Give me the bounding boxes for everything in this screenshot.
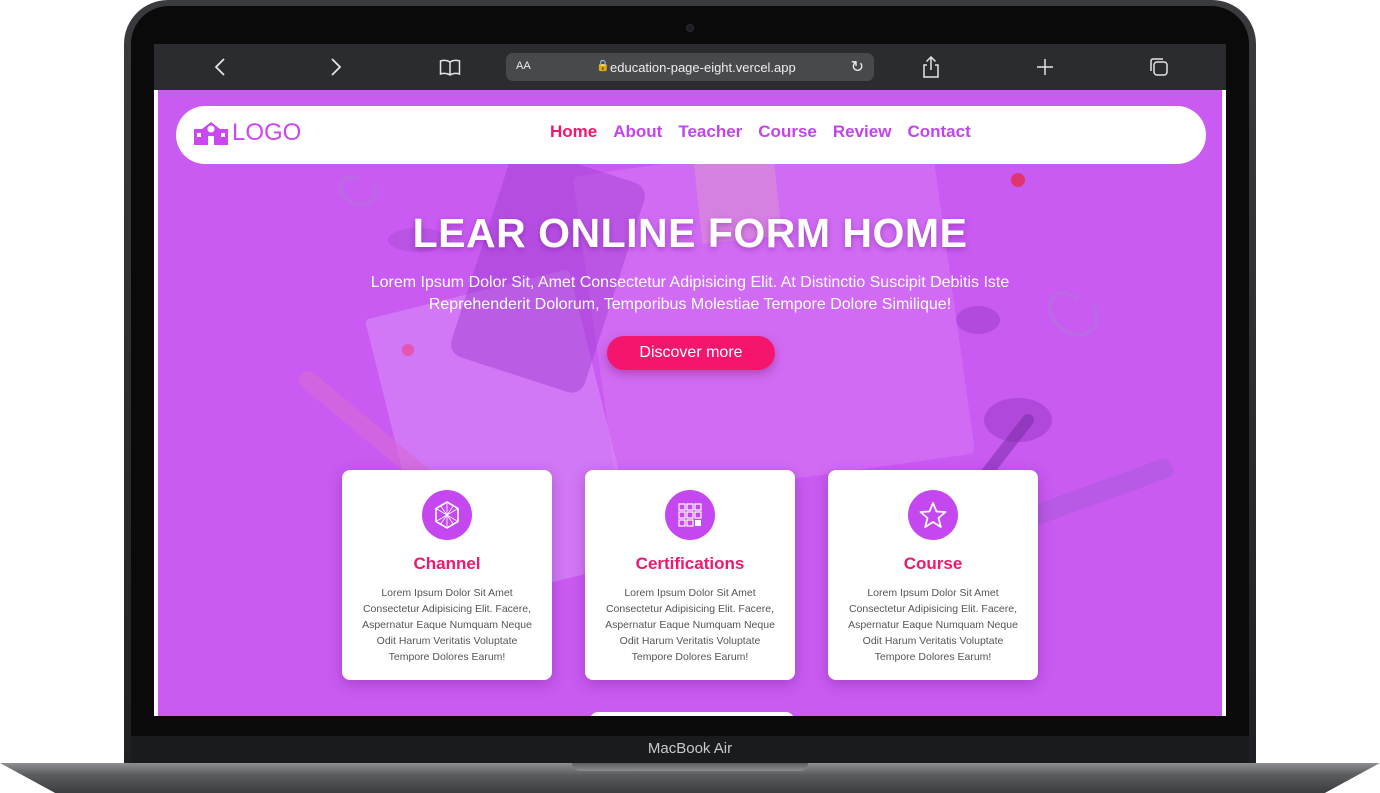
tabs-overview-icon[interactable] (1148, 54, 1170, 80)
model-label: MacBook Air (647, 740, 733, 757)
feature-card-channel[interactable]: Channel Lorem Ipsum Dolor Sit Amet Conse… (342, 470, 552, 680)
card-text: Lorem Ipsum Dolor Sit Amet Consectetur A… (362, 587, 532, 663)
site-navbar: LOGO Home About Teacher Course Review Co… (176, 106, 1206, 164)
school-icon (194, 122, 228, 145)
grid-icon (665, 490, 715, 540)
next-section-peek (590, 712, 794, 716)
logo-text: LOGO (232, 119, 302, 146)
card-text: Lorem Ipsum Dolor Sit Amet Consectetur A… (848, 587, 1018, 663)
back-icon[interactable] (210, 54, 230, 80)
card-title: Channel (413, 554, 481, 573)
nav-course[interactable]: Course (758, 122, 817, 142)
nav-contact[interactable]: Contact (907, 122, 970, 142)
address-bar[interactable]: AA 🔒 education-page-eight.vercel.app ↻ (506, 53, 874, 81)
browser-toolbar: AA 🔒 education-page-eight.vercel.app ↻ (154, 44, 1226, 90)
url-text: education-page-eight.vercel.app (610, 60, 796, 75)
camera-icon (686, 24, 694, 32)
site-logo[interactable]: LOGO (194, 119, 301, 147)
bookmarks-icon[interactable] (438, 54, 462, 80)
nav-review[interactable]: Review (833, 122, 892, 142)
card-text: Lorem Ipsum Dolor Sit Amet Consectetur A… (605, 587, 775, 663)
card-title: Course (903, 554, 963, 573)
web-page: LOGO Home About Teacher Course Review Co… (158, 90, 1222, 716)
feature-card-certifications[interactable]: Certifications Lorem Ipsum Dolor Sit Ame… (585, 470, 795, 680)
reload-icon[interactable]: ↻ (851, 57, 864, 76)
feature-card-course[interactable]: Course Lorem Ipsum Dolor Sit Amet Consec… (828, 470, 1038, 680)
nav-home[interactable]: Home (550, 122, 597, 142)
nav-teacher[interactable]: Teacher (678, 122, 742, 142)
lock-icon: 🔒 (596, 59, 610, 72)
laptop-base-notch (572, 763, 808, 771)
nav-links: Home About Teacher Course Review Contact (550, 122, 971, 142)
page-edge-right (1222, 90, 1226, 716)
discover-more-button[interactable]: Discover more (607, 336, 775, 370)
browser-window: AA 🔒 education-page-eight.vercel.app ↻ L… (154, 44, 1226, 716)
hero-text: Lorem Ipsum Dolor Sit, Amet Consectetur … (370, 274, 1010, 313)
share-icon[interactable] (920, 54, 942, 80)
hero-title: LEAR ONLINE FORM HOME (412, 210, 968, 256)
new-tab-icon[interactable] (1034, 54, 1056, 80)
card-title: Certifications (635, 554, 745, 573)
star-icon (908, 490, 958, 540)
text-size-button[interactable]: AA (516, 60, 531, 72)
forward-icon[interactable] (326, 54, 346, 80)
hexagon-icon (422, 490, 472, 540)
nav-about[interactable]: About (613, 122, 662, 142)
